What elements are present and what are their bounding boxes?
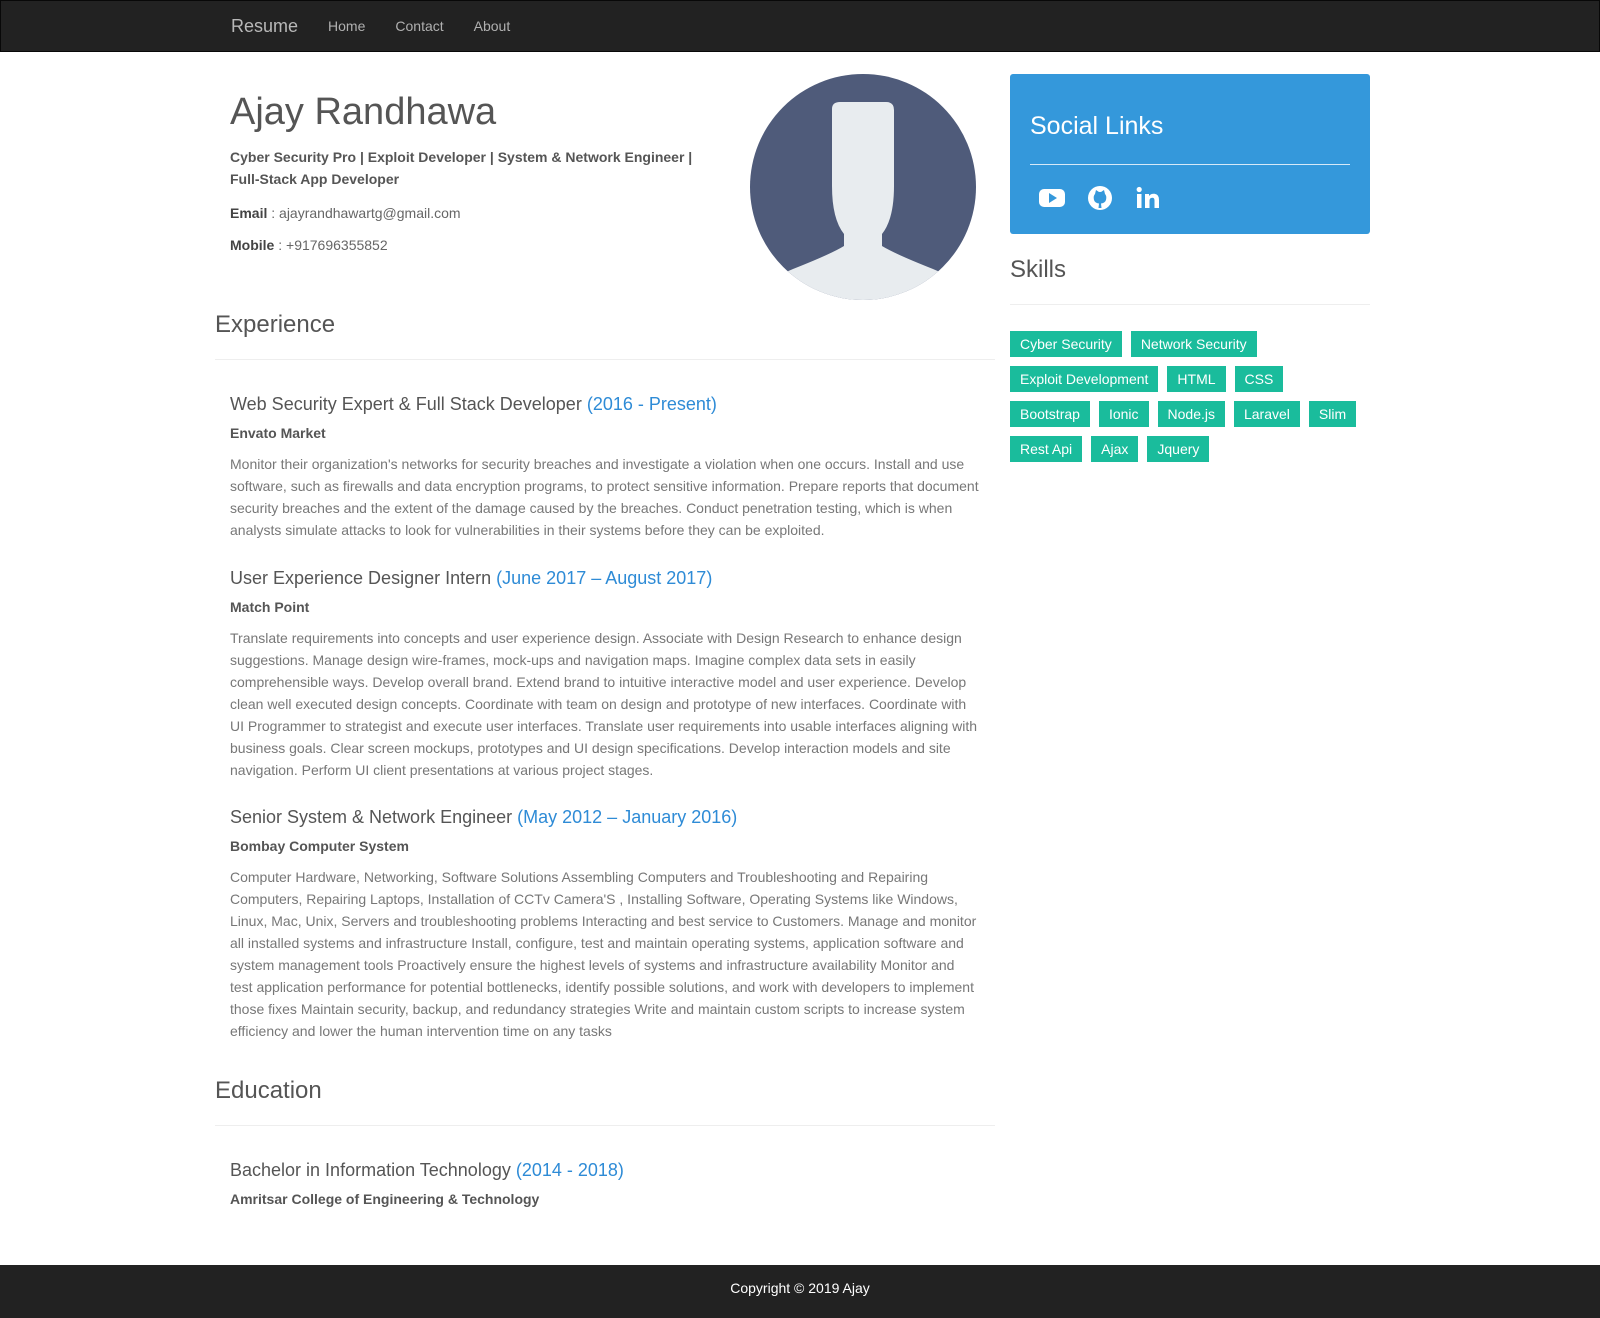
skills-list: Cyber Security Network Security Exploit … bbox=[1010, 331, 1370, 462]
profile-header: Ajay Randhawa Cyber Security Pro | Explo… bbox=[230, 91, 710, 256]
sidebar: Social Links Skills Cyber Security Netwo… bbox=[1010, 74, 1370, 462]
job-date: (2016 - Present) bbox=[586, 394, 717, 414]
skill-badge: Laravel bbox=[1233, 401, 1300, 427]
tagline-line-1: Cyber Security Pro | Exploit Developer |… bbox=[230, 148, 693, 165]
nav-link-home[interactable]: Home bbox=[328, 18, 365, 34]
skill-badge: Rest Api bbox=[1010, 436, 1083, 462]
github-icon[interactable] bbox=[1086, 184, 1114, 212]
job-date: (May 2012 – January 2016) bbox=[517, 807, 738, 827]
experience-item-2: User Experience Designer Intern (June 20… bbox=[230, 568, 980, 781]
degree-title-text: Bachelor in Information Technology bbox=[230, 1160, 511, 1180]
experience-item-3: Senior System & Network Engineer (May 20… bbox=[230, 807, 980, 1042]
education-heading: Education bbox=[215, 1077, 995, 1126]
job-title: Senior System & Network Engineer (May 20… bbox=[230, 807, 980, 828]
skill-badge: Ionic bbox=[1098, 401, 1149, 427]
skill-badge: Slim bbox=[1308, 401, 1357, 427]
nav-menu: Resume Home Contact About bbox=[231, 1, 540, 51]
skill-badge: Network Security bbox=[1130, 331, 1257, 357]
degree-title: Bachelor in Information Technology (2014… bbox=[230, 1160, 980, 1181]
linkedin-icon[interactable] bbox=[1134, 184, 1162, 212]
school-name: Amritsar College of Engineering & Techno… bbox=[230, 1191, 540, 1207]
experience-item-1: Web Security Expert & Full Stack Develop… bbox=[230, 394, 980, 541]
copyright-text: Copyright © 2019 Ajay bbox=[730, 1279, 870, 1296]
job-date: (June 2017 – August 2017) bbox=[496, 568, 713, 588]
email-line: Email : ajayrandhawartg@gmail.com bbox=[230, 202, 710, 224]
job-title-text: User Experience Designer Intern bbox=[230, 568, 492, 588]
skill-badge: Bootstrap bbox=[1010, 401, 1090, 427]
job-title-text: Senior System & Network Engineer bbox=[230, 807, 513, 827]
social-links-panel: Social Links bbox=[1010, 74, 1370, 234]
skill-badge: HTML bbox=[1167, 366, 1226, 392]
job-company: Envato Market bbox=[230, 425, 326, 441]
job-description: Computer Hardware, Networking, Software … bbox=[230, 869, 977, 1039]
job-company: Bombay Computer System bbox=[230, 838, 409, 854]
skills-heading: Skills bbox=[1010, 256, 1370, 305]
skill-badge: Cyber Security bbox=[1010, 331, 1122, 357]
job-title: Web Security Expert & Full Stack Develop… bbox=[230, 394, 980, 415]
job-description: Monitor their organization's networks fo… bbox=[230, 456, 979, 538]
email-label: Email bbox=[230, 204, 268, 221]
skill-badge: Ajax bbox=[1091, 436, 1139, 462]
social-icons-row bbox=[1038, 184, 1162, 212]
youtube-icon[interactable] bbox=[1038, 184, 1066, 212]
mobile-label: Mobile bbox=[230, 236, 275, 253]
avatar-silhouette bbox=[766, 102, 960, 300]
profile-name: Ajay Randhawa bbox=[230, 91, 497, 133]
job-company: Match Point bbox=[230, 599, 310, 615]
degree-date: (2014 - 2018) bbox=[515, 1160, 624, 1180]
mobile-value: : +917696355852 bbox=[274, 236, 388, 253]
job-title: User Experience Designer Intern (June 20… bbox=[230, 568, 980, 589]
job-description: Translate requirements into concepts and… bbox=[230, 630, 978, 778]
social-divider bbox=[1030, 164, 1350, 165]
skill-badge: CSS bbox=[1234, 366, 1284, 392]
user-avatar-icon bbox=[750, 74, 976, 300]
social-links-title: Social Links bbox=[1030, 112, 1164, 140]
skill-badge: Exploit Development bbox=[1010, 366, 1159, 392]
nav-link-contact[interactable]: Contact bbox=[395, 18, 443, 34]
skill-badge: Node.js bbox=[1157, 401, 1225, 427]
tagline-line-2: Full-Stack App Developer bbox=[230, 170, 400, 187]
mobile-line: Mobile : +917696355852 bbox=[230, 234, 710, 256]
skill-badge: Jquery bbox=[1147, 436, 1210, 462]
email-value: : ajayrandhawartg@gmail.com bbox=[267, 204, 461, 221]
education-item-1: Bachelor in Information Technology (2014… bbox=[230, 1160, 980, 1207]
job-title-text: Web Security Expert & Full Stack Develop… bbox=[230, 394, 582, 414]
profile-tagline: Cyber Security Pro | Exploit Developer |… bbox=[230, 146, 710, 190]
top-navbar: Resume Home Contact About bbox=[0, 0, 1600, 52]
footer: Copyright © 2019 Ajay bbox=[0, 1265, 1600, 1318]
experience-heading: Experience bbox=[215, 311, 995, 360]
nav-link-about[interactable]: About bbox=[474, 18, 511, 34]
nav-brand-link[interactable]: Resume bbox=[231, 16, 298, 37]
